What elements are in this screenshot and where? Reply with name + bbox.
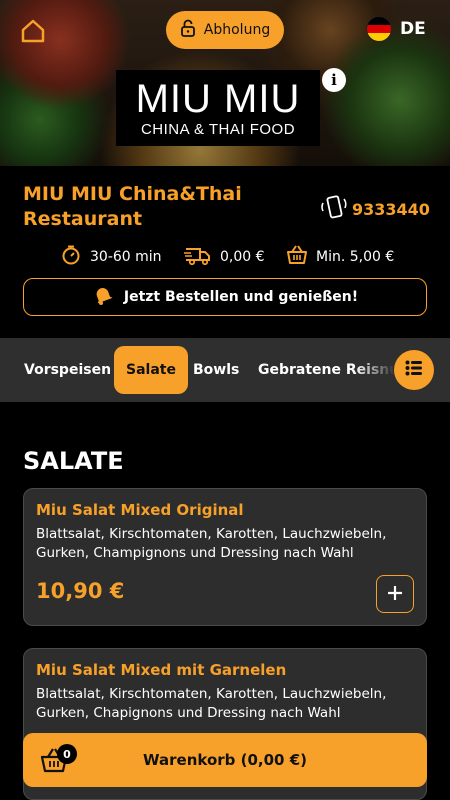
cart-count-badge: 0: [57, 744, 77, 764]
section-title: SALATE: [23, 447, 124, 475]
list-icon: [405, 360, 423, 380]
order-now-label: Jetzt Bestellen und genießen!: [123, 289, 359, 305]
home-icon[interactable]: [20, 18, 46, 44]
delivery-fee: 0,00 €: [184, 244, 265, 270]
product-description: Blattsalat, Kirschtomaten, Karotten, Lau…: [36, 526, 387, 561]
category-list-button[interactable]: [394, 350, 434, 390]
product-name: Miu Salat Mixed Original: [36, 501, 244, 519]
info-icon[interactable]: i: [322, 68, 346, 92]
product-name: Miu Salat Mixed mit Garnelen: [36, 661, 287, 679]
product-description: Blattsalat, Kirschtomaten, Karotten, Lau…: [36, 686, 387, 721]
min-order-text: Min. 5,00 €: [316, 249, 395, 265]
product-card[interactable]: Miu Salat Mixed Original Blattsalat, Kir…: [23, 488, 427, 626]
bell-icon: [92, 284, 114, 310]
category-tab-bowls[interactable]: Bowls: [193, 346, 239, 394]
pickup-label: Abholung: [203, 22, 271, 38]
cart-label: Warenkorb (0,00 €): [143, 751, 307, 769]
product-price: 10,90 €: [36, 579, 125, 603]
pickup-button[interactable]: Abholung: [166, 11, 284, 49]
logo-main-text: MIU MIU: [135, 76, 301, 121]
language-switcher[interactable]: DE: [366, 16, 426, 42]
cart-button[interactable]: Warenkorb (0,00 €): [23, 733, 427, 787]
delivery-truck-icon: [184, 244, 212, 270]
category-fade: [355, 338, 395, 402]
timer-icon: [60, 244, 82, 270]
logo-sub-text: CHINA & THAI FOOD: [140, 120, 296, 138]
category-tab-vorspeisen[interactable]: Vorspeisen: [24, 346, 111, 394]
delivery-fee-text: 0,00 €: [220, 249, 265, 265]
restaurant-name: MIU MIU China&Thai Restaurant: [23, 183, 242, 230]
phone-link[interactable]: 9333440: [320, 194, 430, 224]
language-code: DE: [400, 19, 426, 39]
restaurant-logo: MIU MIU CHINA & THAI FOOD: [116, 70, 320, 146]
basket-icon: [286, 244, 308, 270]
plus-icon: [386, 579, 404, 609]
delivery-time-text: 30-60 min: [90, 249, 162, 265]
category-tab-salate[interactable]: Salate: [114, 346, 188, 394]
order-now-button[interactable]: Jetzt Bestellen und genießen!: [23, 278, 427, 316]
phone-number: 9333440: [352, 199, 430, 219]
delivery-time: 30-60 min: [60, 244, 162, 270]
min-order: Min. 5,00 €: [286, 244, 394, 270]
phone-icon: [320, 194, 348, 224]
add-to-cart-button[interactable]: [376, 575, 414, 613]
flag-de-icon: [366, 16, 392, 42]
category-bar: Vorspeisen Salate Bowls Gebratene Reisnu: [0, 338, 450, 402]
lock-icon: [180, 19, 196, 41]
